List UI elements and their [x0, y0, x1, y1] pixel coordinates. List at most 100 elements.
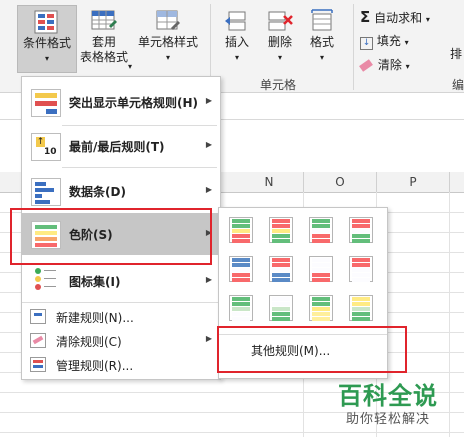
- color-scale-band: [272, 312, 290, 316]
- color-scale-band: [312, 307, 330, 311]
- color-scale-band: [312, 278, 330, 282]
- color-scale-band: [312, 258, 330, 262]
- color-scale-band: [232, 278, 250, 282]
- color-scale-band: [312, 234, 330, 238]
- color-scale-band: [352, 258, 370, 262]
- fill-button[interactable]: ↓ 填充 ▾: [360, 32, 409, 50]
- manage-rules-icon: [30, 357, 46, 372]
- color-scale-band: [232, 219, 250, 223]
- color-scale-option[interactable]: [349, 217, 373, 243]
- color-scale-band: [312, 273, 330, 277]
- format-cells-icon: [311, 9, 333, 31]
- color-scale-band: [312, 302, 330, 306]
- menu-item-manage-rules[interactable]: 管理规则(R)...: [22, 353, 220, 375]
- color-scale-option[interactable]: [269, 256, 293, 282]
- data-bars-icon: [31, 178, 61, 206]
- color-scale-band: [352, 234, 370, 238]
- highlight-rules-icon: [31, 89, 61, 117]
- color-scale-option[interactable]: [349, 295, 373, 321]
- color-scale-option[interactable]: [229, 295, 253, 321]
- new-rule-icon: [30, 309, 46, 324]
- chevron-right-icon: ▶: [205, 96, 212, 105]
- cell-styles-icon: [156, 10, 180, 30]
- cells-group-label: 单元格: [260, 78, 297, 92]
- insert-cells-icon: [225, 11, 246, 31]
- color-scale-band: [352, 317, 370, 321]
- color-scale-band: [352, 268, 370, 272]
- color-scale-option[interactable]: [309, 295, 333, 321]
- fill-down-icon: ↓: [360, 37, 373, 50]
- color-scale-band: [352, 297, 370, 301]
- watermark-title: 百科全说: [338, 382, 438, 410]
- color-scale-band: [272, 278, 290, 282]
- menu-item-data-bars[interactable]: 数据条(D) ▶: [22, 172, 220, 210]
- menu-item-new-rule[interactable]: 新建规则(N)...: [22, 305, 220, 327]
- color-scale-option[interactable]: [349, 256, 373, 282]
- cell-styles-button[interactable]: 单元格样式 ▾: [134, 5, 202, 71]
- menu-item-clear-rules[interactable]: 清除规则(C) ▶: [22, 329, 220, 351]
- color-scale-band: [352, 273, 370, 277]
- color-scale-option[interactable]: [309, 217, 333, 243]
- grid-line: [0, 432, 464, 433]
- format-as-table-icon: [91, 10, 117, 30]
- clear-button[interactable]: 清除 ▾: [359, 56, 410, 74]
- color-scale-band: [232, 297, 250, 301]
- menu-separator: [22, 302, 220, 303]
- menu-item-icon-sets[interactable]: 图标集(I) ▶: [22, 262, 220, 300]
- color-scale-option[interactable]: [269, 217, 293, 243]
- color-scale-option[interactable]: [269, 295, 293, 321]
- color-scale-band: [272, 273, 290, 277]
- color-scale-band: [272, 268, 290, 272]
- insert-button[interactable]: 插入 ▾: [218, 5, 256, 71]
- chevron-right-icon: ▶: [205, 334, 212, 343]
- color-scale-band: [312, 239, 330, 243]
- menu-item-top-bottom-rules[interactable]: ↑ 10 最前/最后规则(T) ▶: [22, 127, 220, 165]
- color-scale-option[interactable]: [229, 217, 253, 243]
- chevron-down-icon: ▾: [128, 62, 133, 71]
- chevron-down-icon: ▾: [405, 62, 410, 71]
- color-scale-band: [352, 312, 370, 316]
- grid-line: [449, 192, 450, 437]
- color-scale-option[interactable]: [309, 256, 333, 282]
- chevron-down-icon: ▾: [425, 15, 430, 24]
- autosum-button[interactable]: Σ 自动求和 ▾: [360, 8, 430, 26]
- color-scale-band: [312, 224, 330, 228]
- format-as-table-button[interactable]: 套用 表格格式: [76, 5, 132, 71]
- menu-item-label: 图标集(I): [69, 275, 121, 289]
- conditional-format-button[interactable]: 条件格式 ▾: [17, 5, 77, 73]
- color-scale-band: [232, 229, 250, 233]
- column-header-n[interactable]: N: [235, 172, 304, 192]
- icon-sets-icon: [31, 266, 59, 292]
- color-scale-band: [272, 234, 290, 238]
- color-scale-band: [232, 239, 250, 243]
- format-button[interactable]: 格式 ▾: [302, 5, 342, 71]
- color-scale-band: [232, 273, 250, 277]
- color-scale-band: [352, 239, 370, 243]
- chevron-down-icon: ▾: [234, 53, 239, 62]
- color-scale-band: [352, 224, 370, 228]
- column-header-p[interactable]: P: [377, 172, 450, 192]
- highlight-box: [10, 208, 212, 265]
- chevron-down-icon: ▾: [277, 53, 282, 62]
- chevron-right-icon: ▶: [205, 185, 212, 194]
- clear-rules-icon: [30, 333, 46, 348]
- color-scale-option[interactable]: [229, 256, 253, 282]
- eraser-icon: [359, 59, 373, 72]
- color-scale-band: [232, 312, 250, 316]
- autosum-label: 自动求和: [374, 11, 423, 25]
- sort-filter-button[interactable]: 排: [450, 45, 462, 62]
- delete-button[interactable]: 删除 ▾: [260, 5, 300, 71]
- menu-separator: [62, 167, 217, 168]
- menu-item-highlight-rules[interactable]: 突出显示单元格规则(H) ▶: [22, 83, 220, 121]
- color-scale-band: [232, 307, 250, 311]
- color-scale-band: [232, 234, 250, 238]
- color-scale-band: [312, 297, 330, 301]
- chevron-right-icon: ▶: [205, 275, 212, 284]
- insert-label: 插入: [224, 35, 249, 49]
- column-header-o[interactable]: O: [304, 172, 377, 192]
- menu-item-label: 突出显示单元格规则(H): [69, 96, 199, 110]
- color-scale-band: [312, 219, 330, 223]
- menu-item-label: 管理规则(R)...: [56, 359, 134, 373]
- highlight-box: [217, 326, 407, 373]
- color-scale-band: [312, 268, 330, 272]
